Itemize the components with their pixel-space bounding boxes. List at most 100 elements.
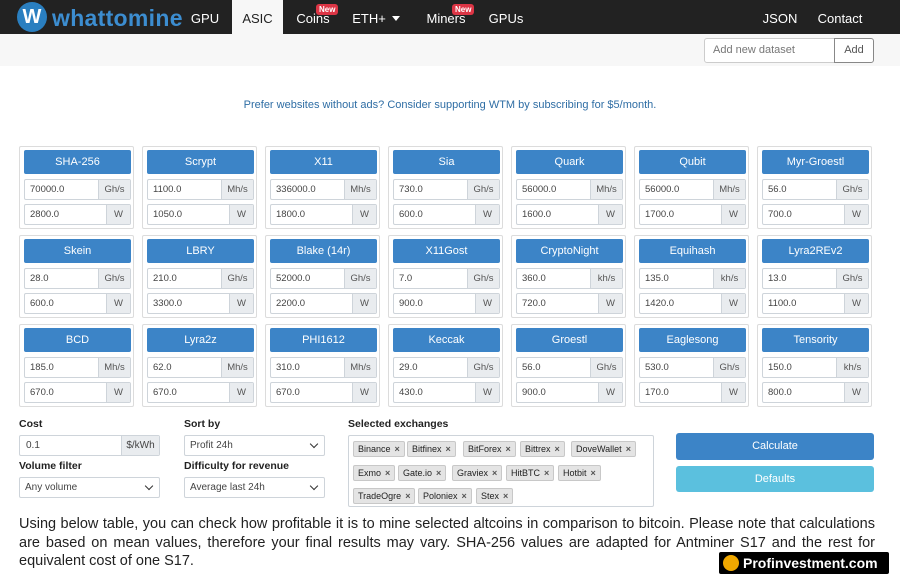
algorithm-toggle-button[interactable]: Scrypt: [147, 150, 254, 174]
remove-exchange-icon[interactable]: ×: [405, 491, 410, 501]
hashrate-input[interactable]: 56.0 Gh/s: [516, 357, 623, 378]
hashrate-input[interactable]: 150.0 kh/s: [762, 357, 869, 378]
hashrate-input[interactable]: 7.0 Gh/s: [393, 268, 500, 289]
algorithm-toggle-button[interactable]: SHA-256: [24, 150, 131, 174]
calculate-button[interactable]: Calculate: [676, 433, 874, 460]
algorithm-toggle-button[interactable]: LBRY: [147, 239, 254, 263]
remove-exchange-icon[interactable]: ×: [506, 444, 511, 454]
hashrate-input[interactable]: 1100.0 Mh/s: [147, 179, 254, 200]
power-input[interactable]: 1600.0 W: [516, 204, 623, 225]
power-input[interactable]: 1800.0 W: [270, 204, 377, 225]
power-input[interactable]: 600.0 W: [393, 204, 500, 225]
power-input[interactable]: 1100.0 W: [762, 293, 869, 314]
remove-exchange-icon[interactable]: ×: [446, 444, 451, 454]
power-input[interactable]: 670.0 W: [270, 382, 377, 403]
hashrate-input[interactable]: 56.0 Gh/s: [762, 179, 869, 200]
difficulty-select[interactable]: Average last 24h: [184, 477, 325, 498]
power-value: 900.0: [522, 387, 546, 398]
power-input[interactable]: 900.0 W: [516, 382, 623, 403]
power-input[interactable]: 670.0 W: [147, 382, 254, 403]
remove-exchange-icon[interactable]: ×: [626, 444, 631, 454]
hashrate-input[interactable]: 13.0 Gh/s: [762, 268, 869, 289]
hashrate-input[interactable]: 28.0 Gh/s: [24, 268, 131, 289]
nav-asic[interactable]: ASIC: [232, 0, 283, 34]
algorithm-toggle-button[interactable]: CryptoNight: [516, 239, 623, 263]
remove-exchange-icon[interactable]: ×: [462, 491, 467, 501]
remove-exchange-icon[interactable]: ×: [591, 468, 596, 478]
hashrate-input[interactable]: 360.0 kh/s: [516, 268, 623, 289]
nav-contact[interactable]: Contact: [812, 0, 868, 34]
power-input[interactable]: 700.0 W: [762, 204, 869, 225]
algorithm-toggle-button[interactable]: X11Gost: [393, 239, 500, 263]
algorithm-toggle-button[interactable]: Tensority: [762, 328, 869, 352]
hashrate-input[interactable]: 210.0 Gh/s: [147, 268, 254, 289]
remove-exchange-icon[interactable]: ×: [492, 468, 497, 478]
hashrate-input[interactable]: 56000.0 Mh/s: [516, 179, 623, 200]
power-input[interactable]: 430.0 W: [393, 382, 500, 403]
hashrate-input[interactable]: 62.0 Mh/s: [147, 357, 254, 378]
exchanges-multiselect[interactable]: Binance × Bitfinex × BitForex × Bittrex × DoveWa…: [348, 435, 654, 507]
hashrate-input[interactable]: 185.0 Mh/s: [24, 357, 131, 378]
algorithm-toggle-button[interactable]: Lyra2REv2: [762, 239, 869, 263]
brand-name[interactable]: whattomine: [52, 5, 183, 32]
hashrate-unit: Gh/s: [590, 358, 622, 377]
power-input[interactable]: 600.0 W: [24, 293, 131, 314]
power-input[interactable]: 1700.0 W: [639, 204, 746, 225]
exchange-tag: Hotbit ×: [558, 465, 601, 481]
nav-gpus[interactable]: GPUs: [482, 0, 530, 34]
algorithm-toggle-button[interactable]: Quark: [516, 150, 623, 174]
subscription-promo-link[interactable]: Prefer websites without ads? Consider su…: [0, 99, 900, 111]
nav-eth-dropdown[interactable]: ETH+: [345, 0, 407, 34]
remove-exchange-icon[interactable]: ×: [555, 444, 560, 454]
power-input[interactable]: 900.0 W: [393, 293, 500, 314]
remove-exchange-icon[interactable]: ×: [436, 468, 441, 478]
algorithm-toggle-button[interactable]: Keccak: [393, 328, 500, 352]
hashrate-input[interactable]: 730.0 Gh/s: [393, 179, 500, 200]
hashrate-input[interactable]: 52000.0 Gh/s: [270, 268, 377, 289]
hashrate-input[interactable]: 29.0 Gh/s: [393, 357, 500, 378]
power-input[interactable]: 1050.0 W: [147, 204, 254, 225]
algorithm-toggle-button[interactable]: Lyra2z: [147, 328, 254, 352]
power-input[interactable]: 2200.0 W: [270, 293, 377, 314]
volume-filter-select[interactable]: Any volume: [19, 477, 160, 498]
sort-by-select[interactable]: Profit 24h: [184, 435, 325, 456]
power-input[interactable]: 1420.0 W: [639, 293, 746, 314]
algorithm-toggle-button[interactable]: BCD: [24, 328, 131, 352]
algorithm-toggle-button[interactable]: Skein: [24, 239, 131, 263]
algorithm-toggle-button[interactable]: X11: [270, 150, 377, 174]
algorithm-toggle-button[interactable]: Groestl: [516, 328, 623, 352]
algorithm-toggle-button[interactable]: Eaglesong: [639, 328, 746, 352]
power-input[interactable]: 720.0 W: [516, 293, 623, 314]
nav-gpu[interactable]: GPU: [183, 0, 227, 34]
algorithm-toggle-button[interactable]: PHI1612: [270, 328, 377, 352]
cost-input-group[interactable]: 0.1 $/kWh: [19, 435, 160, 456]
algorithm-toggle-button[interactable]: Myr-Groestl: [762, 150, 869, 174]
remove-exchange-icon[interactable]: ×: [503, 491, 508, 501]
algorithm-toggle-button[interactable]: Qubit: [639, 150, 746, 174]
whattomine-logo-icon[interactable]: W: [17, 2, 47, 32]
defaults-button[interactable]: Defaults: [676, 466, 874, 492]
algorithm-toggle-button[interactable]: Blake (14r): [270, 239, 377, 263]
hashrate-input[interactable]: 310.0 Mh/s: [270, 357, 377, 378]
hashrate-input[interactable]: 336000.0 Mh/s: [270, 179, 377, 200]
power-input[interactable]: 170.0 W: [639, 382, 746, 403]
remove-exchange-icon[interactable]: ×: [385, 468, 390, 478]
power-input[interactable]: 3300.0 W: [147, 293, 254, 314]
algorithm-toggle-button[interactable]: Sia: [393, 150, 500, 174]
hashrate-input[interactable]: 56000.0 Mh/s: [639, 179, 746, 200]
add-dataset-button[interactable]: Add: [834, 38, 874, 63]
power-input[interactable]: 670.0 W: [24, 382, 131, 403]
power-unit: W: [721, 383, 745, 402]
new-dataset-input[interactable]: Add new dataset: [704, 38, 835, 63]
remove-exchange-icon[interactable]: ×: [395, 444, 400, 454]
power-input[interactable]: 800.0 W: [762, 382, 869, 403]
hashrate-input[interactable]: 135.0 kh/s: [639, 268, 746, 289]
power-input[interactable]: 2800.0 W: [24, 204, 131, 225]
hashrate-input[interactable]: 70000.0 Gh/s: [24, 179, 131, 200]
nav-json[interactable]: JSON: [758, 0, 802, 34]
power-value: 430.0: [399, 387, 423, 398]
hashrate-input[interactable]: 530.0 Gh/s: [639, 357, 746, 378]
remove-exchange-icon[interactable]: ×: [544, 468, 549, 478]
algorithm-toggle-button[interactable]: Equihash: [639, 239, 746, 263]
power-value: 1800.0: [276, 209, 306, 220]
